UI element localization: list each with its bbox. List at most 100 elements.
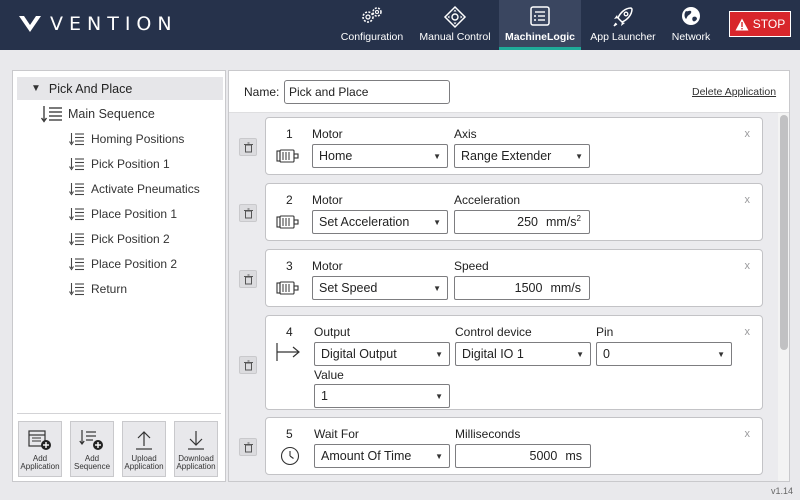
nav-label: Network	[671, 31, 711, 43]
steps-scrollbar[interactable]	[778, 113, 789, 481]
nav-label: MachineLogic	[504, 31, 575, 43]
delete-step-3-button[interactable]	[239, 270, 257, 288]
step-card-3[interactable]: 3 Motor Set Speed ▼ Speed 1500 mm/s x	[265, 249, 763, 307]
stop-label: STOP	[752, 17, 786, 31]
step-number: 3	[286, 259, 293, 273]
globe-icon	[680, 5, 702, 32]
vention-logo-icon	[19, 16, 41, 32]
application-editor-panel: Name: Delete Application 1 Motor Home▼ A…	[228, 70, 790, 482]
speed-input[interactable]: 1500 mm/s	[454, 276, 590, 300]
wait-type-select[interactable]: Amount Of Time ▼	[314, 444, 450, 468]
tree-sequence-item[interactable]: Pick Position 1	[69, 157, 170, 171]
collapse-triangle-icon[interactable]: ▼	[31, 83, 41, 94]
step-card-5[interactable]: 5 Wait For Amount Of Time ▼ Milliseconds …	[265, 417, 763, 475]
tree-footer-divider	[17, 413, 221, 414]
milliseconds-input[interactable]: 5000 ms	[455, 444, 591, 468]
output-type-select[interactable]: Digital Output ▼	[314, 342, 450, 366]
field-label: Axis	[454, 127, 477, 141]
close-step-icon[interactable]: x	[745, 326, 751, 338]
clock-icon	[280, 446, 300, 471]
upload-application-button[interactable]: Upload Application	[122, 421, 166, 477]
delete-step-5-button[interactable]	[239, 438, 257, 456]
trash-icon	[243, 274, 253, 284]
nav-configuration[interactable]: Configuration	[334, 0, 410, 50]
dropdown-caret-icon: ▼	[433, 283, 441, 293]
gears-icon	[360, 5, 384, 32]
dropdown-caret-icon: ▼	[575, 151, 583, 161]
close-step-icon[interactable]: x	[745, 428, 751, 440]
step-card-4[interactable]: 4 Output Digital Output ▼ Control device …	[265, 315, 763, 410]
close-step-icon[interactable]: x	[745, 260, 751, 272]
step-number: 5	[286, 427, 293, 441]
motor-icon	[276, 149, 300, 168]
close-step-icon[interactable]: x	[745, 128, 751, 140]
add-sequence-button[interactable]: Add Sequence	[70, 421, 114, 477]
field-label: Acceleration	[454, 193, 521, 207]
delete-application-link[interactable]: Delete Application	[692, 86, 776, 98]
dropdown-caret-icon: ▼	[435, 451, 443, 461]
close-step-icon[interactable]: x	[745, 194, 751, 206]
field-label: Motor	[312, 193, 343, 207]
tree-sequence-item[interactable]: Activate Pneumatics	[69, 182, 200, 196]
tree-sequence-item[interactable]: Homing Positions	[69, 132, 184, 146]
delete-step-4-button[interactable]	[239, 356, 257, 374]
field-label: Control device	[455, 325, 532, 339]
tree-root-label: Pick And Place	[48, 81, 133, 96]
tree-item-label: Place Position 1	[91, 207, 178, 221]
sequence-tree-panel: ▼ Pick And Place Main Sequence Homing Po…	[12, 70, 226, 482]
motor-action-select[interactable]: Set Speed ▼	[312, 276, 448, 300]
tree-item-label: Activate Pneumatics	[91, 182, 200, 196]
upload-application-label: Upload Application	[124, 454, 164, 471]
nav-machinelogic[interactable]: MachineLogic	[499, 0, 581, 50]
tree-sequence-item[interactable]: Pick Position 2	[69, 232, 170, 246]
pin-select[interactable]: 0 ▼	[596, 342, 732, 366]
joystick-icon	[443, 5, 467, 34]
step-card-2[interactable]: 2 Motor Set Acceleration ▼ Acceleration 2…	[265, 183, 763, 241]
nav-network[interactable]: Network	[664, 0, 718, 50]
tree-sequence-item[interactable]: Return	[69, 282, 127, 296]
dropdown-caret-icon: ▼	[576, 349, 584, 359]
add-application-label: Add Application	[20, 454, 60, 471]
logic-icon	[529, 5, 551, 32]
sequence-icon	[69, 183, 84, 196]
upload-icon	[133, 428, 155, 452]
field-label: Motor	[312, 127, 343, 141]
add-application-button[interactable]: Add Application	[18, 421, 62, 477]
trash-icon	[243, 360, 253, 370]
nav-app-launcher[interactable]: App Launcher	[584, 0, 662, 50]
dropdown-caret-icon: ▼	[435, 391, 443, 401]
stop-button[interactable]: STOP	[729, 11, 791, 37]
trash-icon	[243, 442, 253, 452]
output-arrow-icon	[276, 342, 302, 367]
nav-label: Configuration	[340, 31, 404, 43]
tree-item-label: Homing Positions	[91, 132, 185, 146]
scrollbar-thumb[interactable]	[780, 115, 788, 350]
download-icon	[185, 428, 207, 452]
step-card-1[interactable]: 1 Motor Home ▼ Axis Range Extender ▼ x	[265, 117, 763, 175]
tree-item-label: Return	[91, 282, 128, 296]
field-label: Speed	[454, 259, 489, 273]
nav-manual-control[interactable]: Manual Control	[414, 0, 496, 50]
field-label: Motor	[312, 259, 343, 273]
delete-step-1-button[interactable]	[239, 138, 257, 156]
value-select[interactable]: 1 ▼	[314, 384, 450, 408]
vention-logo: VENTION	[18, 13, 178, 35]
acceleration-input[interactable]: 250 mm/s2	[454, 210, 590, 234]
step-number: 1	[286, 127, 293, 141]
tree-root-item[interactable]: ▼ Pick And Place	[17, 77, 223, 100]
name-label: Name:	[244, 85, 280, 99]
axis-select[interactable]: Range Extender ▼	[454, 144, 590, 168]
tree-item-label: Pick Position 2	[91, 232, 170, 246]
dropdown-caret-icon: ▼	[433, 151, 441, 161]
delete-step-2-button[interactable]	[239, 204, 257, 222]
tree-sequence-item[interactable]: Place Position 1	[69, 207, 177, 221]
download-application-button[interactable]: Download Application	[174, 421, 218, 477]
field-label: Pin	[596, 325, 614, 339]
control-device-select[interactable]: Digital IO 1 ▼	[455, 342, 591, 366]
motor-action-select[interactable]: Home ▼	[312, 144, 448, 168]
application-name-input[interactable]	[284, 80, 450, 104]
tree-main-sequence[interactable]: Main Sequence	[41, 105, 155, 123]
tree-sequence-item[interactable]: Place Position 2	[69, 257, 177, 271]
field-label: Wait For	[314, 427, 359, 441]
motor-action-select[interactable]: Set Acceleration ▼	[312, 210, 448, 234]
